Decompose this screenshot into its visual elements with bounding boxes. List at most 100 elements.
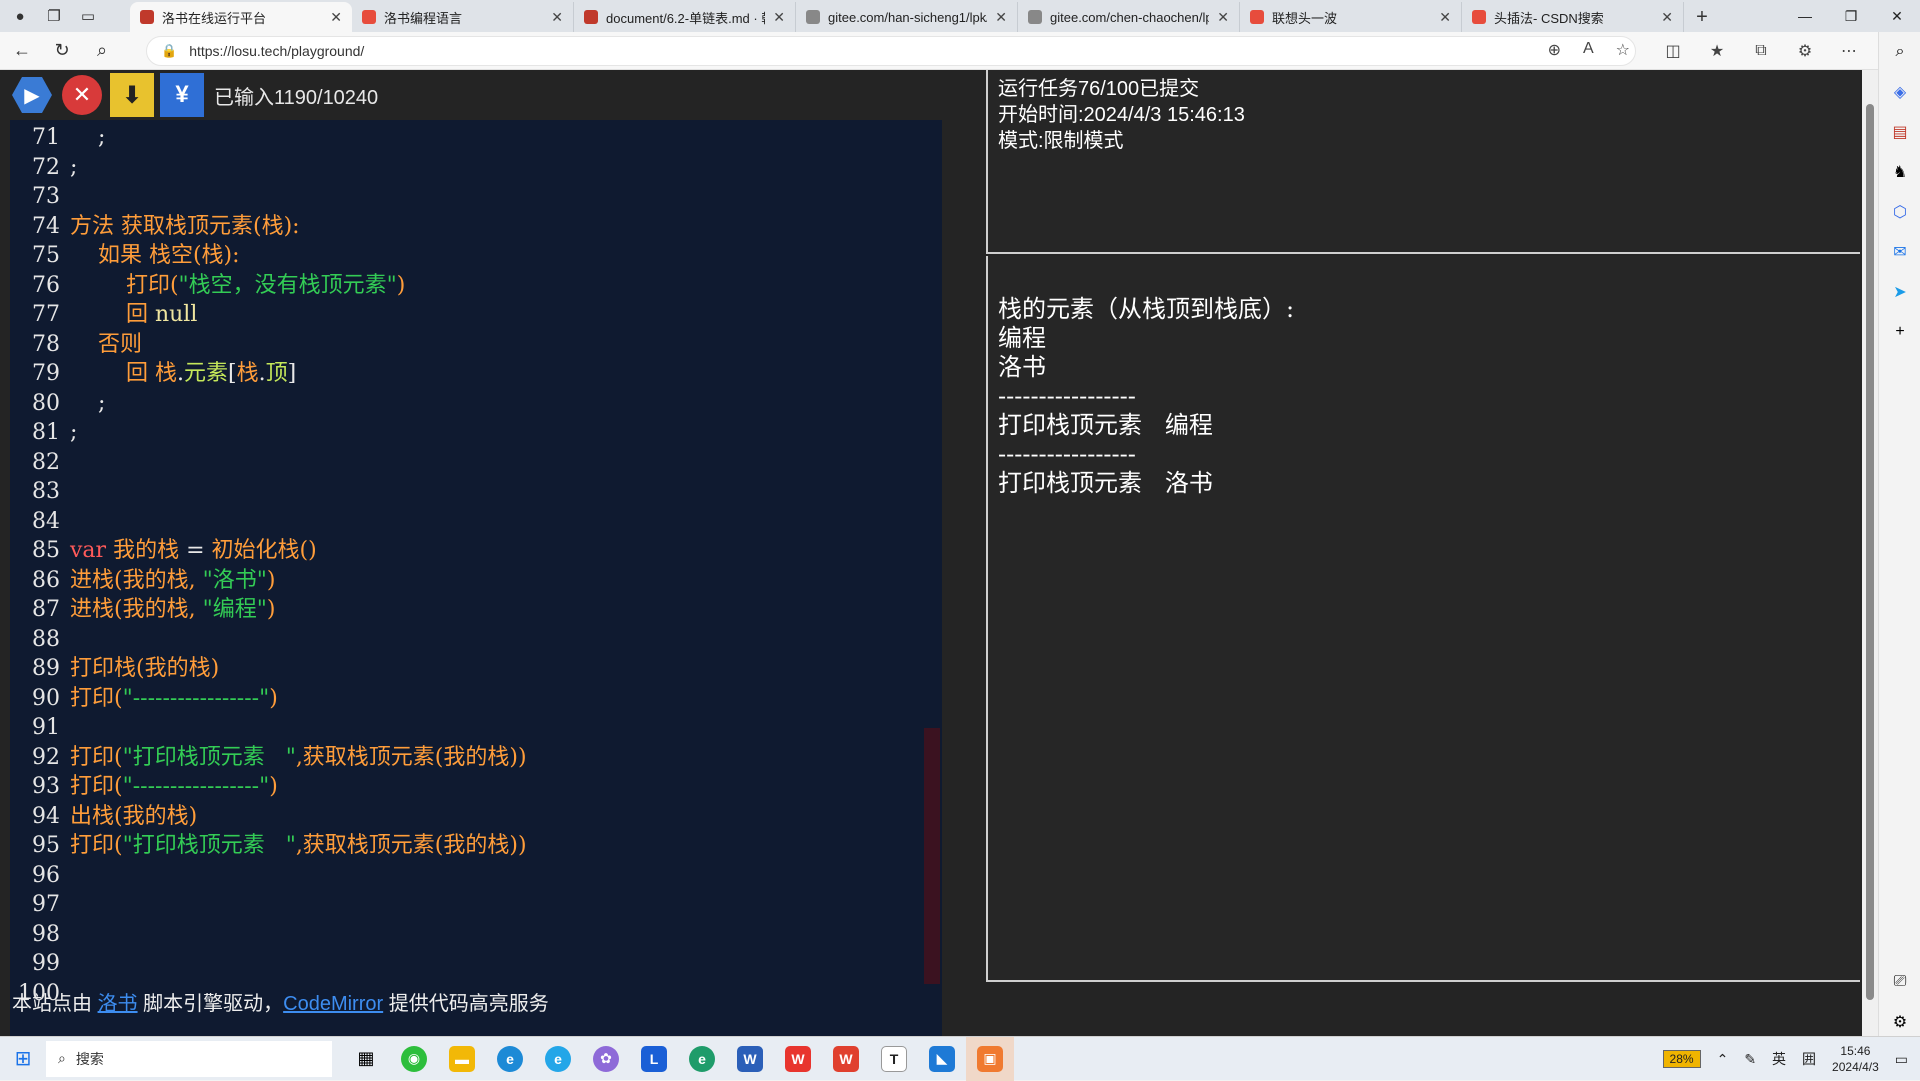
wps-office-icon[interactable]: W: [822, 1037, 870, 1081]
code-line[interactable]: 84: [10, 507, 942, 536]
tab-close-icon[interactable]: ✕: [1439, 9, 1451, 26]
back-button[interactable]: ←: [4, 36, 40, 66]
code-line[interactable]: 77 回 null: [10, 300, 942, 329]
chevron-up-icon[interactable]: ⌃: [1717, 1051, 1729, 1068]
edge-dev-icon[interactable]: e: [678, 1037, 726, 1081]
sidebar-office-icon[interactable]: ⬡: [1879, 192, 1920, 232]
code-line[interactable]: 78 否则: [10, 330, 942, 359]
url-field[interactable]: 🔒 https://losu.tech/playground/: [146, 36, 1636, 66]
codemirror-link[interactable]: CodeMirror: [283, 993, 383, 1015]
edge-icon[interactable]: e: [486, 1037, 534, 1081]
ime-mode[interactable]: 囲: [1802, 1049, 1816, 1069]
tab-close-icon[interactable]: ✕: [995, 9, 1007, 26]
notification-icon[interactable]: ▭: [1895, 1051, 1908, 1068]
code-line[interactable]: 83: [10, 477, 942, 506]
pen-icon[interactable]: ✎: [1744, 1051, 1756, 1068]
code-line[interactable]: 98: [10, 920, 942, 949]
code-line[interactable]: 94 出栈(我的栈): [10, 802, 942, 831]
close-window-button[interactable]: ✕: [1874, 0, 1920, 32]
zoom-icon[interactable]: ⊕: [1548, 40, 1561, 60]
collections-icon[interactable]: ⧉: [1748, 38, 1774, 64]
sidebar-screen-icon[interactable]: ⎚: [1879, 962, 1920, 1002]
code-line[interactable]: 72;: [10, 153, 942, 182]
code-line[interactable]: 74 方法 获取栈顶元素(栈):: [10, 212, 942, 241]
word-icon[interactable]: W: [726, 1037, 774, 1081]
sidebar-tools-icon[interactable]: ▤: [1879, 112, 1920, 152]
restore-button[interactable]: ❐: [1828, 0, 1874, 32]
browser-tab[interactable]: document/6.2-单链表.md · 韩 ✕: [574, 2, 796, 32]
lenovo-icon[interactable]: L: [630, 1037, 678, 1081]
code-line[interactable]: 79 回 栈.元素[栈.顶]: [10, 359, 942, 388]
refresh-button[interactable]: ↻: [44, 36, 80, 66]
new-tab-button[interactable]: +: [1684, 2, 1720, 32]
browser-tab[interactable]: 头插法- CSDN搜索 ✕: [1462, 2, 1684, 32]
browser-tab[interactable]: gitee.com/han-sicheng1/lpk/ ✕: [796, 2, 1018, 32]
code-line[interactable]: 95 打印("打印栈顶元素 ",获取栈顶元素(我的栈)): [10, 831, 942, 860]
code-line[interactable]: 76 打印("栈空，没有栈顶元素"): [10, 271, 942, 300]
code-line[interactable]: 71 ;: [10, 123, 942, 152]
sidebar-shopping-icon[interactable]: ◈: [1879, 72, 1920, 112]
tab-close-icon[interactable]: ✕: [1217, 9, 1229, 26]
code-line[interactable]: 97: [10, 890, 942, 919]
code-line[interactable]: 96: [10, 861, 942, 890]
taskbar-search[interactable]: ⌕ 搜索: [46, 1040, 332, 1077]
code-line[interactable]: 86 进栈(我的栈, "洛书"): [10, 566, 942, 595]
tab-close-icon[interactable]: ✕: [330, 9, 342, 26]
clock[interactable]: 15:46 2024/4/3: [1832, 1043, 1879, 1075]
tab-close-icon[interactable]: ✕: [1661, 9, 1673, 26]
code-line[interactable]: 91: [10, 713, 942, 742]
file-explorer-icon[interactable]: ▬: [438, 1037, 486, 1081]
search-icon[interactable]: ⌕: [84, 36, 120, 66]
code-line[interactable]: 82: [10, 448, 942, 477]
sidebar-add-icon[interactable]: +: [1879, 312, 1920, 352]
extensions-icon[interactable]: ⚙: [1792, 38, 1818, 64]
vscode-icon[interactable]: ◣: [918, 1037, 966, 1081]
scrollbar-thumb[interactable]: [1866, 104, 1874, 1000]
workspaces-icon[interactable]: ❐: [44, 6, 64, 26]
battery-indicator[interactable]: 28%: [1662, 1050, 1701, 1068]
code-line[interactable]: 73: [10, 182, 942, 211]
wps-icon[interactable]: W: [774, 1037, 822, 1081]
browser-tab[interactable]: 联想头一波 ✕: [1240, 2, 1462, 32]
more-menu-icon[interactable]: ⋯: [1836, 38, 1862, 64]
tab-close-icon[interactable]: ✕: [773, 9, 785, 26]
editor-scrollbar[interactable]: [924, 728, 940, 984]
typora-icon[interactable]: T: [870, 1037, 918, 1081]
sidebar-outlook-icon[interactable]: ✉: [1879, 232, 1920, 272]
read-aloud-icon[interactable]: A: [1583, 40, 1594, 60]
code-line[interactable]: 80 ;: [10, 389, 942, 418]
lock-icon[interactable]: 🔒: [161, 43, 177, 59]
favorites-icon[interactable]: ★: [1704, 38, 1730, 64]
sidebar-games-icon[interactable]: ♞: [1879, 152, 1920, 192]
code-line[interactable]: 85 var 我的栈 = 初始化栈(): [10, 536, 942, 565]
browser-tab[interactable]: 洛书在线运行平台 ✕: [130, 2, 352, 32]
favorite-star-icon[interactable]: ☆: [1616, 40, 1630, 60]
format-button[interactable]: ¥: [160, 73, 204, 117]
app-icon[interactable]: ✿: [582, 1037, 630, 1081]
code-line[interactable]: 89 打印栈(我的栈): [10, 654, 942, 683]
windows-start-icon[interactable]: ⊞: [0, 1037, 46, 1081]
sidebar-send-icon[interactable]: ➤: [1879, 272, 1920, 312]
split-screen-icon[interactable]: ◫: [1660, 38, 1686, 64]
code-editor[interactable]: 71 ; 72; 73 74 方法 获取栈顶元素(栈): 75 如果 栈空(栈): 76 打…: [10, 120, 942, 1040]
active-app-icon[interactable]: ▣: [966, 1036, 1014, 1081]
run-button[interactable]: ▶: [10, 73, 54, 117]
download-button[interactable]: ⬇: [110, 73, 154, 117]
code-line[interactable]: 75 如果 栈空(栈):: [10, 241, 942, 270]
page-scrollbar[interactable]: [1862, 70, 1878, 1036]
tab-close-icon[interactable]: ✕: [551, 9, 563, 26]
code-line[interactable]: 81;: [10, 418, 942, 447]
luoshu-link[interactable]: 洛书: [98, 993, 138, 1015]
code-line[interactable]: 90 打印("-----------------"): [10, 684, 942, 713]
minimize-button[interactable]: —: [1782, 0, 1828, 32]
sidebar-search-icon[interactable]: ⌕: [1879, 32, 1920, 72]
wechat-icon[interactable]: ◉: [390, 1037, 438, 1081]
ime-language[interactable]: 英: [1772, 1049, 1786, 1069]
browser-tab[interactable]: gitee.com/chen-chaochen/lpk ✕: [1018, 2, 1240, 32]
code-line[interactable]: 93 打印("-----------------"): [10, 772, 942, 801]
code-line[interactable]: 88: [10, 625, 942, 654]
tab-actions-icon[interactable]: ▭: [78, 6, 98, 26]
stop-button[interactable]: ✕: [60, 73, 104, 117]
profile-icon[interactable]: ●: [10, 6, 30, 26]
task-view-icon[interactable]: ▦: [342, 1037, 390, 1081]
